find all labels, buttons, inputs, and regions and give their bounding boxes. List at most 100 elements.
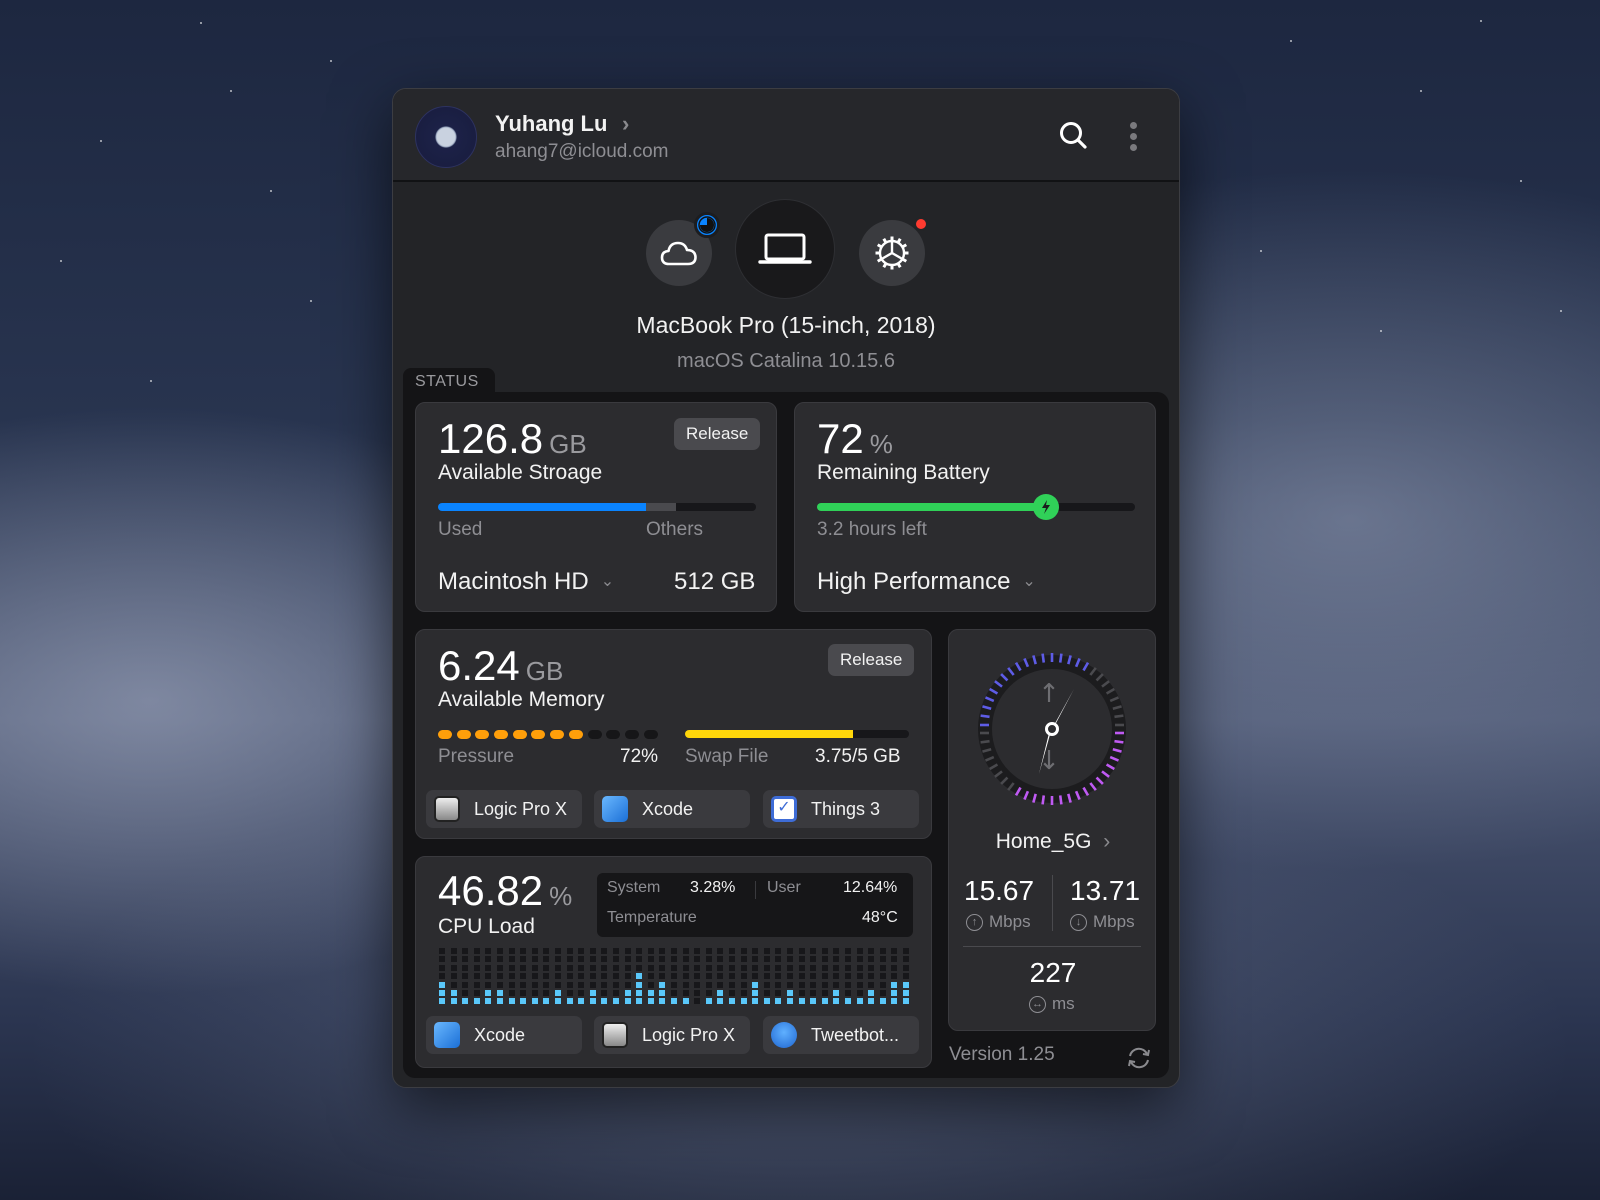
cpu-history-cell: [589, 973, 596, 980]
pressure-dot: [606, 730, 621, 739]
cpu-history-cell: [740, 998, 747, 1005]
cpu-history-cell: [497, 973, 503, 980]
memory-app-chip[interactable]: ✓ Things 3: [763, 790, 919, 828]
refresh-button[interactable]: [1126, 1045, 1152, 1071]
upload-gauge-tick: [1114, 714, 1124, 719]
cpu-history-cell: [543, 998, 550, 1005]
cpu-history-cell: [485, 964, 492, 971]
system-monitor-panel: Yuhang Lu › ahang7@icloud.com MacBook Pr…: [392, 88, 1180, 1088]
more-vertical-icon: [1123, 122, 1143, 151]
release-memory-button[interactable]: Release: [828, 644, 915, 676]
cpu-history-cell: [752, 998, 759, 1005]
battery-card: 72% Remaining Battery 3.2 hours left Hig…: [794, 402, 1156, 612]
cpu-history-cell: [601, 948, 608, 954]
cpu-history-cell: [705, 948, 712, 954]
chevron-right-icon: ›: [1103, 830, 1111, 853]
cpu-history-cell: [705, 990, 712, 996]
device-tab-laptop[interactable]: [735, 199, 835, 299]
cpu-history-cell: [879, 948, 886, 954]
version-label: Version 1.25: [949, 1044, 1055, 1065]
memory-app-chip[interactable]: Xcode: [594, 790, 750, 828]
cpu-history-cell: [798, 990, 805, 996]
cpu-history-cell: [578, 964, 585, 971]
cpu-history-cell: [659, 990, 666, 996]
storage-others-segment: [646, 503, 677, 511]
cpu-history-cell: [810, 973, 817, 980]
cpu-history-cell: [485, 981, 492, 988]
cpu-history-cell: [845, 964, 851, 971]
cpu-history-cell: [497, 990, 503, 996]
pressure-dot: [475, 730, 490, 739]
cpu-history-cell: [589, 981, 596, 988]
cpu-history-cell: [473, 973, 480, 980]
app-name: Logic Pro X: [642, 1024, 736, 1045]
cpu-app-chip[interactable]: Tweetbot...: [763, 1016, 919, 1054]
cpu-history-cell: [798, 973, 805, 980]
cpu-history-cell: [787, 990, 793, 996]
cpu-history-cell: [775, 998, 782, 1005]
cpu-history-cell: [601, 956, 608, 963]
cpu-history-cell: [450, 998, 457, 1005]
cpu-history-cell: [763, 998, 770, 1005]
divider: [963, 946, 1141, 947]
power-mode-dropdown[interactable]: High Performance ⌄: [817, 568, 1036, 596]
search-button[interactable]: [1057, 119, 1091, 153]
cpu-history-cell: [694, 998, 701, 1005]
pressure-dot: [438, 730, 452, 739]
cpu-history-cell: [798, 956, 805, 963]
cpu-history-cell: [473, 964, 480, 971]
memory-app-chip[interactable]: Logic Pro X: [426, 790, 582, 828]
system-label: System: [607, 879, 661, 896]
swap-file-bar: [685, 730, 909, 738]
chevron-right-icon[interactable]: ›: [622, 111, 629, 137]
cpu-history-cell: [555, 964, 561, 971]
cpu-history-cell: [636, 964, 643, 971]
cpu-history-cell: [647, 990, 654, 996]
more-options-button[interactable]: [1123, 119, 1143, 155]
release-storage-button[interactable]: Release: [674, 418, 761, 450]
cpu-history-cell: [845, 956, 851, 963]
cpu-history-cell: [752, 990, 759, 996]
user-name[interactable]: Yuhang Lu: [495, 111, 607, 137]
cpu-app-chip[interactable]: Logic Pro X: [594, 1016, 750, 1054]
upload-gauge-tick: [1058, 653, 1063, 663]
download-speed: 13.71: [1070, 875, 1141, 906]
cpu-history-cell: [763, 981, 770, 988]
cpu-history-cell: [543, 973, 550, 980]
app-name: Things 3: [811, 798, 881, 819]
cpu-history-cell: [659, 948, 666, 954]
avatar[interactable]: [415, 106, 477, 168]
laptop-icon: [758, 233, 812, 264]
cpu-history-cell: [694, 956, 701, 963]
cpu-history-cell: [845, 990, 851, 996]
download-gauge-tick: [1041, 795, 1046, 805]
swap-value: 3.75/5 GB: [815, 746, 901, 767]
disk-selector-dropdown[interactable]: Macintosh HD ⌄: [438, 568, 614, 596]
cpu-history-cell: [787, 964, 793, 971]
cpu-history-cell: [705, 956, 712, 963]
sync-progress-badge: [694, 212, 720, 238]
cpu-history-cell: [647, 981, 654, 988]
cpu-history-cell: [566, 964, 573, 971]
cpu-history-cell: [508, 981, 515, 988]
wifi-network-button[interactable]: Home_5G ›: [949, 830, 1157, 854]
cpu-history-cell: [462, 973, 469, 980]
things-icon: ✓: [771, 796, 797, 822]
cpu-history-cell: [740, 990, 747, 996]
cpu-history-cell: [879, 998, 886, 1005]
cpu-history-cell: [845, 948, 851, 954]
cpu-history-cell: [589, 990, 596, 996]
cpu-history-cell: [473, 956, 480, 963]
cpu-history-cell: [450, 956, 457, 963]
cpu-history-cell: [659, 998, 666, 1005]
cpu-history-cell: [508, 948, 515, 954]
cpu-history-cell: [543, 956, 550, 963]
cpu-history-cell: [682, 981, 689, 988]
download-gauge-tick: [980, 739, 990, 744]
cpu-history-cell: [891, 964, 898, 971]
tweetbot-icon: [771, 1022, 797, 1048]
cpu-app-chip[interactable]: Xcode: [426, 1016, 582, 1054]
download-unit-row: ↓ Mbps: [1070, 912, 1135, 932]
upload-gauge-tick: [1041, 653, 1046, 663]
device-tab-settings[interactable]: [859, 220, 925, 286]
